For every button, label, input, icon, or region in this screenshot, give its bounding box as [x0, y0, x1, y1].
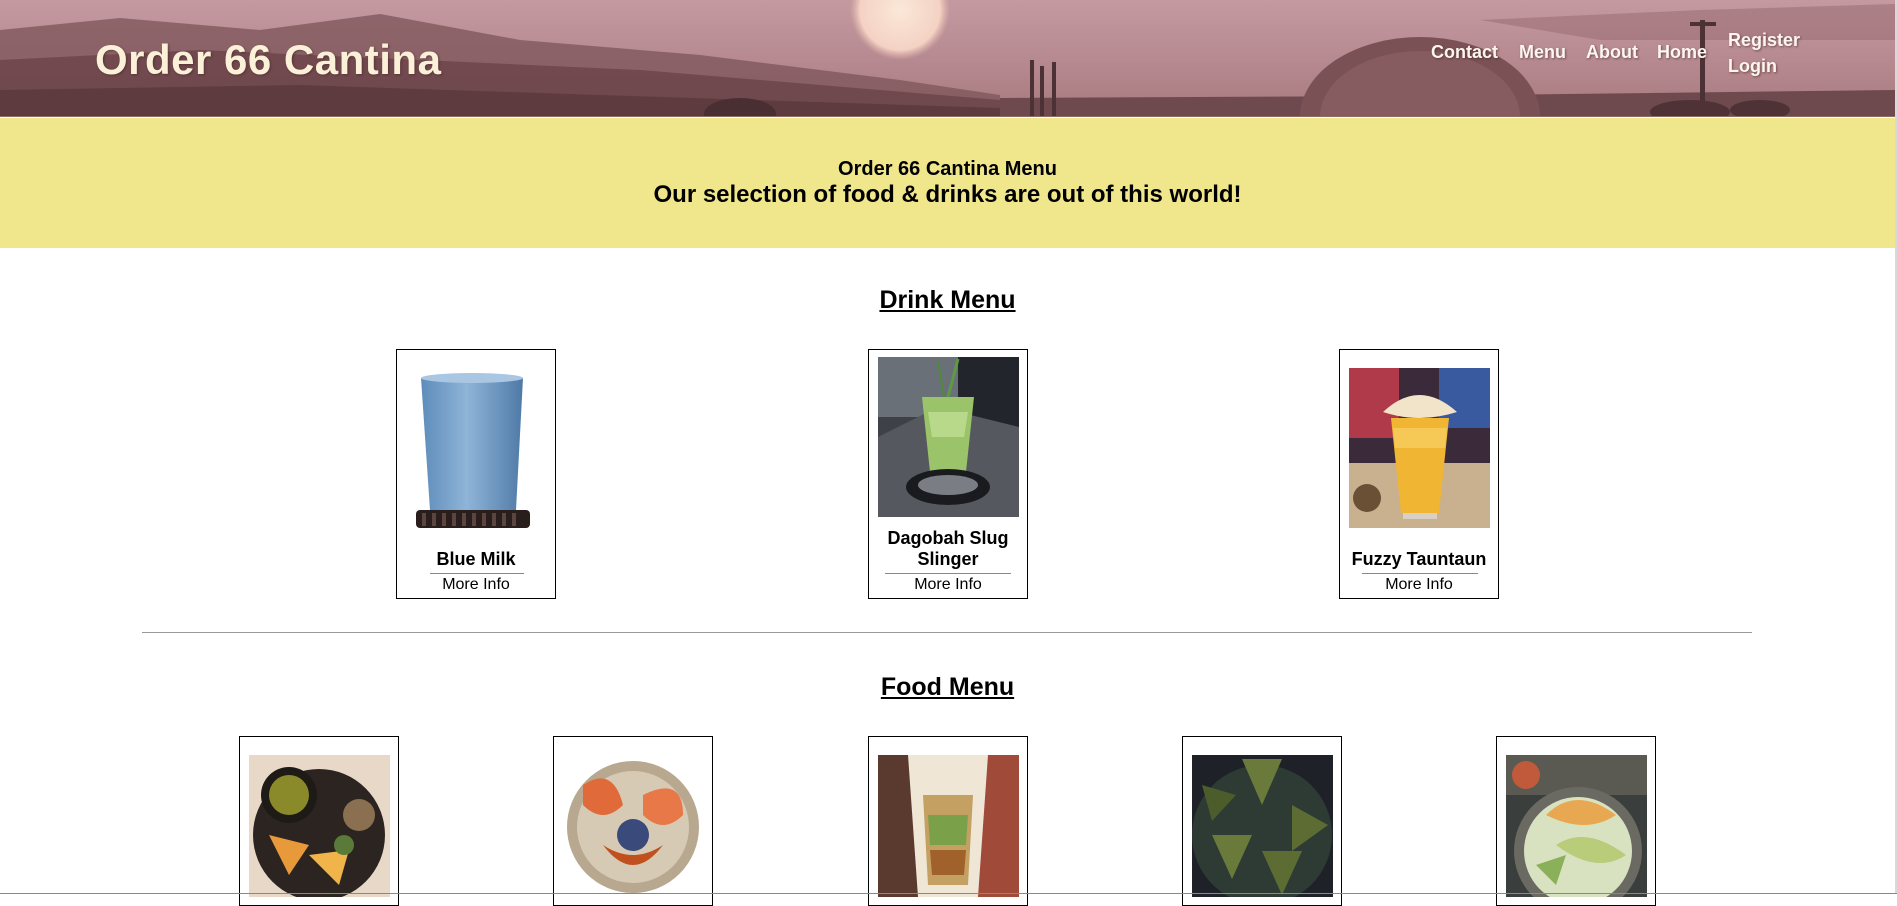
banner-title: Order 66 Cantina Menu	[838, 158, 1057, 180]
food-card-5[interactable]	[1496, 736, 1656, 906]
more-info-link-blue-milk[interactable]: More Info	[397, 575, 555, 594]
site-header: Order 66 Cantina Contact Menu About Home…	[0, 0, 1895, 117]
food-menu-heading: Food Menu	[880, 673, 1015, 701]
food-platter-icon[interactable]	[249, 755, 390, 897]
card-divider	[885, 573, 1011, 574]
drink-card-dagobah-slug-slinger[interactable]: Dagobah Slug Slinger More Info	[868, 349, 1028, 599]
drink-menu-heading: Drink Menu	[879, 286, 1016, 314]
drink-card-blue-milk[interactable]: Blue Milk More Info	[396, 349, 556, 599]
banner-subtitle: Our selection of food & drinks are out o…	[653, 181, 1242, 208]
food-card-3[interactable]	[868, 736, 1028, 906]
food-card-2[interactable]	[553, 736, 713, 906]
more-info-link-fuzzy-tauntaun[interactable]: More Info	[1340, 575, 1498, 594]
drink-card-fuzzy-tauntaun[interactable]: Fuzzy Tauntaun More Info	[1339, 349, 1499, 599]
salad-bowl-icon[interactable]	[1506, 755, 1647, 897]
nav-link-menu[interactable]: Menu	[1519, 42, 1566, 63]
crab-dish-icon[interactable]	[563, 755, 704, 897]
drink-name-blue-milk: Blue Milk	[436, 549, 516, 569]
wrap-sandwich-icon[interactable]	[878, 755, 1019, 897]
more-info-link-dagobah-slug-slinger[interactable]: More Info	[869, 575, 1027, 594]
food-card-1[interactable]	[239, 736, 399, 906]
food-card-4[interactable]	[1182, 736, 1342, 906]
blue-milk-glass-icon[interactable]	[406, 360, 547, 540]
drink-name-fuzzy-tauntaun: Fuzzy Tauntaun	[1351, 549, 1487, 569]
triangle-crackers-icon[interactable]	[1192, 755, 1333, 897]
menu-banner: Order 66 Cantina Menu Our selection of f…	[0, 118, 1895, 248]
nav-link-register[interactable]: Register	[1728, 30, 1800, 51]
green-cocktail-icon[interactable]	[878, 357, 1019, 517]
drink-name-dagobah-slug-slinger: Dagobah Slug Slinger	[887, 528, 1009, 569]
site-logo-title[interactable]: Order 66 Cantina	[95, 36, 441, 84]
section-divider	[142, 632, 1752, 633]
card-divider	[430, 573, 524, 574]
nav-link-login[interactable]: Login	[1728, 56, 1777, 77]
card-divider	[1362, 573, 1478, 574]
nav-link-contact[interactable]: Contact	[1431, 42, 1498, 63]
nav-link-about[interactable]: About	[1586, 42, 1638, 63]
yellow-beer-glass-icon[interactable]	[1349, 368, 1490, 528]
nav-link-home[interactable]: Home	[1657, 42, 1707, 63]
